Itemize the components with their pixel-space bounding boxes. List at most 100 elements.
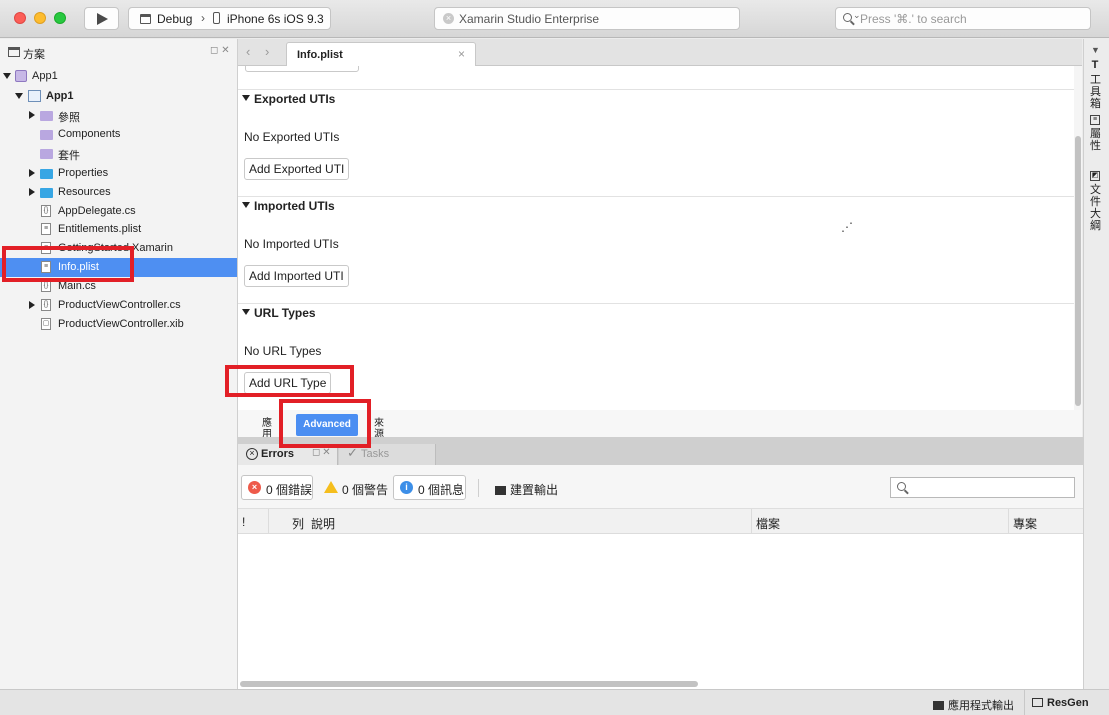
statusbar-divider bbox=[1024, 690, 1025, 715]
error-icon: × bbox=[248, 481, 261, 494]
window-icon bbox=[140, 14, 151, 24]
disclosure-open-icon[interactable] bbox=[3, 73, 11, 79]
configuration-selector[interactable]: Debug › iPhone 6s iOS 9.3 bbox=[128, 7, 331, 30]
status-bar: 應用程式輸出 ResGen bbox=[0, 689, 1109, 715]
errors-horizontal-scrollbar[interactable] bbox=[240, 681, 698, 687]
tab-info-plist[interactable]: Info.plist × bbox=[286, 42, 476, 66]
section-divider bbox=[238, 89, 1074, 90]
resgen-label: ResGen bbox=[1047, 697, 1089, 709]
application-output-button[interactable]: 應用程式輸出 bbox=[933, 697, 1014, 713]
zoom-window-button[interactable] bbox=[54, 12, 66, 24]
tree-item-properties[interactable]: Properties bbox=[0, 164, 237, 183]
tree-item-productviewcontroller-xib[interactable]: ▢ ProductViewController.xib bbox=[0, 315, 237, 334]
column-bang[interactable]: ! bbox=[242, 515, 245, 529]
folder-icon bbox=[40, 130, 53, 140]
properties-pad-button[interactable]: ≡ 屬性 bbox=[1090, 115, 1104, 152]
tree-item-label: Properties bbox=[58, 167, 109, 179]
section-title: Imported UTIs bbox=[254, 199, 335, 213]
warnings-count: 0 個警告 bbox=[342, 483, 389, 497]
document-outline-pad-button[interactable]: ◩ 文件大綱 bbox=[1090, 171, 1104, 232]
tree-item-components[interactable]: Components bbox=[0, 125, 237, 144]
window-toolbar: Debug › iPhone 6s iOS 9.3 × Xamarin Stud… bbox=[0, 0, 1109, 38]
search-placeholder: Press '⌘.' to search bbox=[860, 12, 967, 26]
tree-item-resources[interactable]: Resources bbox=[0, 183, 237, 202]
plist-file-icon: ≡ bbox=[41, 223, 51, 235]
search-icon bbox=[843, 13, 852, 22]
solution-icon bbox=[15, 70, 27, 82]
tree-item-productviewcontroller-cs[interactable]: {} ProductViewController.cs bbox=[0, 296, 237, 315]
nav-back-icon[interactable]: ‹ bbox=[246, 44, 250, 59]
column-file[interactable]: 檔案 bbox=[756, 515, 780, 532]
minimize-window-button[interactable] bbox=[34, 12, 46, 24]
build-output-button[interactable]: 建置輸出 bbox=[495, 481, 558, 498]
section-header-url-types[interactable]: URL Types bbox=[242, 306, 316, 320]
disclosure-closed-icon[interactable] bbox=[29, 188, 35, 196]
tree-item-label: Components bbox=[58, 128, 121, 140]
warnings-filter-button[interactable]: 0 個警告 bbox=[317, 475, 389, 500]
partial-button[interactable] bbox=[245, 66, 359, 72]
tree-item-appdelegate[interactable]: {} AppDelegate.cs bbox=[0, 202, 237, 221]
errors-count: 0 個錯誤 bbox=[266, 483, 313, 497]
disclosure-closed-icon[interactable] bbox=[29, 301, 35, 309]
pad-dock-close-buttons[interactable]: ◻✕ bbox=[210, 45, 233, 56]
disclosure-open-icon[interactable] bbox=[15, 93, 23, 99]
add-exported-uti-button[interactable]: Add Exported UTI bbox=[244, 158, 350, 180]
column-divider bbox=[268, 509, 269, 534]
add-imported-uti-button[interactable]: Add Imported UTI bbox=[244, 265, 349, 287]
editor-scrollbar[interactable] bbox=[1074, 66, 1082, 410]
tab-label: Tasks bbox=[361, 448, 390, 460]
project-icon bbox=[28, 90, 41, 102]
errors-filter-button[interactable]: × 0 個錯誤 bbox=[241, 475, 313, 500]
disclosure-open-icon bbox=[242, 202, 250, 208]
close-tab-icon[interactable]: × bbox=[458, 47, 465, 61]
column-project[interactable]: 專案 bbox=[1013, 515, 1037, 532]
disclosure-closed-icon[interactable] bbox=[29, 111, 35, 119]
pad-dock-close-buttons[interactable]: ◻✕ bbox=[312, 447, 333, 458]
toolbox-pad-button[interactable]: T 工具箱 bbox=[1090, 60, 1104, 111]
phone-icon bbox=[213, 12, 220, 24]
tree-item-solution[interactable]: App1 bbox=[0, 67, 237, 86]
messages-filter-button[interactable]: i 0 個訊息 bbox=[393, 475, 466, 500]
section-header-imported-utis[interactable]: Imported UTIs bbox=[242, 199, 335, 213]
section-title: Exported UTIs bbox=[254, 92, 336, 106]
nav-forward-icon[interactable]: › bbox=[265, 44, 269, 59]
pad-label: 工具箱 bbox=[1090, 74, 1101, 110]
tree-item-label: Resources bbox=[58, 186, 111, 198]
folder-icon bbox=[40, 188, 53, 198]
tree-item-project[interactable]: App1 bbox=[0, 87, 237, 106]
solution-pad-icon bbox=[8, 47, 20, 57]
chevron-right-icon: › bbox=[201, 11, 205, 25]
resgen-button[interactable]: ResGen bbox=[1032, 697, 1089, 709]
device-label: iPhone 6s iOS 9.3 bbox=[227, 12, 324, 26]
status-area: × Xamarin Studio Enterprise bbox=[434, 7, 740, 30]
section-title: URL Types bbox=[254, 306, 316, 320]
chevron-down-icon[interactable]: ▼ bbox=[1091, 45, 1100, 55]
tab-title: Info.plist bbox=[297, 49, 343, 61]
folder-icon bbox=[40, 169, 53, 179]
solution-pad-title: 方案 bbox=[23, 49, 45, 61]
tree-item-references[interactable]: 參照 bbox=[0, 106, 237, 125]
right-pad-strip: ▼ T 工具箱 ≡ 屬性 ◩ 文件大綱 bbox=[1083, 39, 1109, 689]
scrollbar-thumb[interactable] bbox=[1075, 136, 1081, 406]
column-description[interactable]: 說明 bbox=[311, 515, 335, 532]
errors-table-header: ! 列 說明 檔案 專案 bbox=[238, 509, 1083, 534]
column-line[interactable]: 列 bbox=[292, 515, 304, 532]
play-icon bbox=[97, 13, 108, 25]
tree-item-entitlements[interactable]: ≡ Entitlements.plist bbox=[0, 220, 237, 239]
config-label: Debug bbox=[157, 12, 193, 26]
tree-item-label: ProductViewController.cs bbox=[58, 299, 181, 311]
run-button[interactable] bbox=[84, 7, 119, 30]
section-divider bbox=[238, 196, 1074, 197]
mouse-cursor-icon: ⋰ bbox=[841, 220, 853, 234]
section-divider bbox=[238, 303, 1074, 304]
disclosure-closed-icon[interactable] bbox=[29, 169, 35, 177]
tree-item-packages[interactable]: 套件 bbox=[0, 144, 237, 163]
folder-icon bbox=[40, 111, 53, 121]
global-search-input[interactable]: ⌄ Press '⌘.' to search bbox=[835, 7, 1091, 30]
errors-search-input[interactable] bbox=[890, 477, 1075, 498]
section-header-exported-utis[interactable]: Exported UTIs bbox=[242, 92, 335, 106]
disclosure-open-icon bbox=[242, 309, 250, 315]
build-output-label: 建置輸出 bbox=[510, 483, 559, 497]
solution-pad-header: 方案 ◻✕ bbox=[0, 39, 238, 65]
close-window-button[interactable] bbox=[14, 12, 26, 24]
